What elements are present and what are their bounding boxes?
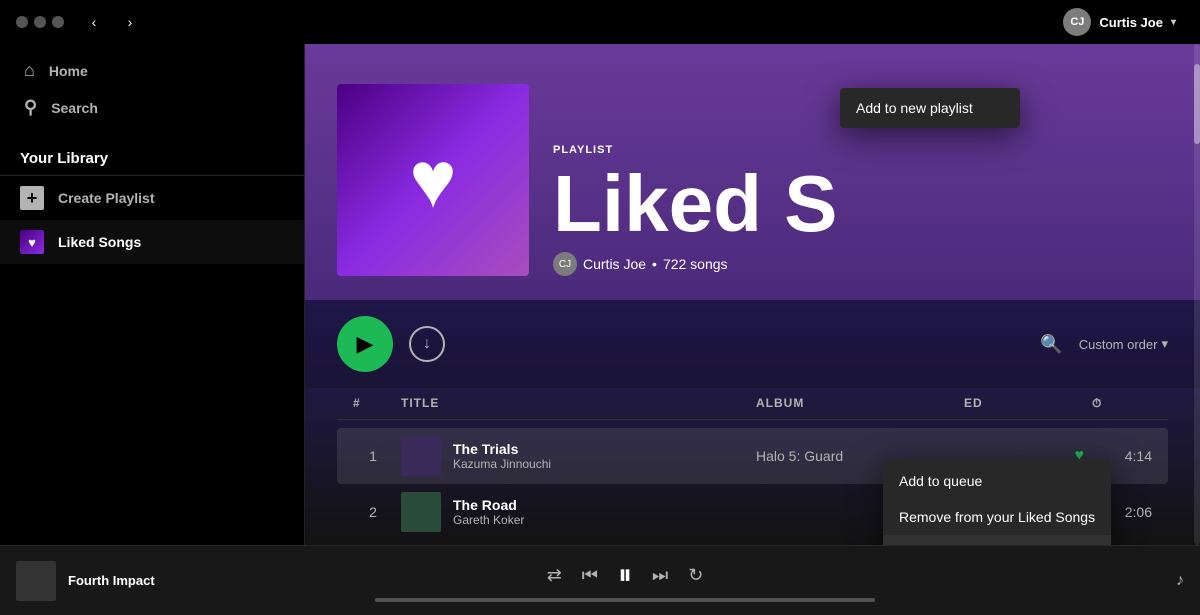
track-artist: Kazuma Jinnouchi — [453, 457, 551, 471]
sort-button[interactable]: Custom order ▾ — [1079, 336, 1168, 352]
play-button[interactable]: ▶ — [337, 316, 393, 372]
context-menu-add-to-playlist[interactable]: Add to playlist ▶ — [883, 535, 1111, 545]
playlist-cover-heart-icon: ♥ — [409, 134, 457, 226]
create-playlist-label: Create Playlist — [58, 190, 155, 206]
sidebar: ⌂ Home ⚲ Search Your Library + Create Pl… — [0, 44, 305, 545]
download-button[interactable]: ↓ — [409, 326, 445, 362]
player-btn-row: ⇄ ⏮ ⏸ ⏭ ↻ — [547, 559, 704, 592]
track-text: The Road Gareth Koker — [453, 497, 524, 527]
user-menu-button[interactable]: CJ Curtis Joe ▾ — [1059, 4, 1184, 40]
playlist-title: Liked S — [553, 164, 1168, 244]
track-list-header: # TITLE ALBUM ED ⏱ — [337, 388, 1168, 420]
sort-arrow-icon: ▾ — [1161, 336, 1168, 352]
col-duration: ⏱ — [1092, 396, 1152, 411]
track-number: 1 — [353, 448, 393, 464]
shuffle-button[interactable]: ⇄ — [547, 565, 562, 586]
track-info: The Trials Kazuma Jinnouchi — [401, 436, 748, 476]
prev-button[interactable]: ⏮ — [582, 565, 598, 586]
window-controls — [16, 16, 64, 28]
create-playlist-item[interactable]: + Create Playlist — [0, 176, 304, 220]
col-num: # — [353, 396, 393, 411]
playlist-cover: ♥ — [337, 84, 529, 276]
progress-bar[interactable] — [375, 598, 875, 602]
volume-icon-button[interactable]: ♪ — [1176, 572, 1184, 590]
meta-avatar: CJ — [553, 252, 577, 276]
playlist-type-label: PLAYLIST — [553, 144, 1168, 156]
context-menu-add-to-queue[interactable]: Add to queue — [883, 463, 1111, 499]
top-bar-left: ‹ › — [16, 8, 144, 36]
window-dot-3 — [52, 16, 64, 28]
add-to-queue-label: Add to queue — [899, 473, 982, 489]
main-content: ♥ PLAYLIST Liked S CJ Curtis Joe • 722 s… — [305, 44, 1200, 545]
playlist-meta: CJ Curtis Joe • 722 songs — [553, 252, 1168, 276]
controls-right: 🔍 Custom order ▾ — [1040, 334, 1168, 355]
liked-songs-item[interactable]: ♥ Liked Songs — [0, 220, 304, 264]
chevron-down-icon: ▾ — [1171, 17, 1176, 28]
track-search-icon[interactable]: 🔍 — [1040, 334, 1062, 355]
sort-label: Custom order — [1079, 337, 1158, 352]
playlist-header: ♥ PLAYLIST Liked S CJ Curtis Joe • 722 s… — [305, 44, 1200, 300]
home-icon: ⌂ — [24, 60, 35, 81]
search-icon: ⚲ — [24, 97, 37, 118]
liked-songs-icon: ♥ — [20, 230, 44, 254]
sidebar-item-label-search: Search — [51, 100, 98, 116]
add-to-new-playlist-label: Add to new playlist — [856, 100, 973, 116]
player-controls: ⇄ ⏮ ⏸ ⏭ ↻ — [282, 559, 968, 602]
add-to-new-playlist-item[interactable]: Add to new playlist — [840, 88, 1020, 128]
player-play-pause-button[interactable]: ⏸ — [618, 559, 632, 592]
add-to-playlist-panel: Add to new playlist — [840, 88, 1020, 128]
track-thumbnail — [401, 436, 441, 476]
track-thumbnail — [401, 492, 441, 532]
bottom-bar: Fourth Impact ⇄ ⏮ ⏸ ⏭ ↻ ♪ — [0, 545, 1200, 615]
nav-back-button[interactable]: ‹ — [80, 8, 108, 36]
playlist-info: PLAYLIST Liked S CJ Curtis Joe • 722 son… — [553, 144, 1168, 276]
main-layout: ⌂ Home ⚲ Search Your Library + Create Pl… — [0, 44, 1200, 545]
now-playing-thumbnail — [16, 561, 56, 601]
user-name-label: Curtis Joe — [1099, 15, 1163, 30]
now-playing-info: Fourth Impact — [68, 573, 155, 588]
avatar: CJ — [1063, 8, 1091, 36]
controls-bar: ▶ ↓ 🔍 Custom order ▾ — [305, 300, 1200, 388]
playlist-song-count: 722 songs — [663, 256, 728, 272]
context-menu-remove-from-liked[interactable]: Remove from your Liked Songs — [883, 499, 1111, 535]
sidebar-item-search[interactable]: ⚲ Search — [12, 89, 292, 126]
track-title: The Road — [453, 497, 524, 513]
playlist-owner: Curtis Joe — [583, 256, 646, 272]
sidebar-item-home[interactable]: ⌂ Home — [12, 52, 292, 89]
track-title: The Trials — [453, 441, 551, 457]
liked-songs-label: Liked Songs — [58, 234, 141, 250]
now-playing: Fourth Impact — [16, 561, 266, 601]
context-menu: Add to queue Remove from your Liked Song… — [883, 459, 1111, 545]
repeat-button[interactable]: ↻ — [688, 565, 703, 586]
track-info: The Road Gareth Koker — [401, 492, 748, 532]
volume-controls: ♪ — [984, 572, 1184, 590]
col-album: ALBUM — [756, 396, 956, 411]
sidebar-item-label-home: Home — [49, 63, 88, 79]
track-artist: Gareth Koker — [453, 513, 524, 527]
track-number: 2 — [353, 504, 393, 520]
scrollbar[interactable] — [1194, 44, 1200, 545]
top-bar: ‹ › CJ Curtis Joe ▾ — [0, 0, 1200, 44]
playlist-separator: • — [652, 256, 657, 272]
controls-left: ▶ ↓ — [337, 316, 445, 372]
scrollbar-thumb[interactable] — [1194, 64, 1200, 144]
next-button[interactable]: ⏭ — [652, 565, 668, 586]
col-title: TITLE — [401, 396, 748, 411]
your-library-label: Your Library — [20, 150, 108, 167]
col-added: ED — [964, 396, 1084, 411]
track-text: The Trials Kazuma Jinnouchi — [453, 441, 551, 471]
now-playing-title: Fourth Impact — [68, 573, 155, 588]
nav-forward-button[interactable]: › — [116, 8, 144, 36]
remove-from-liked-label: Remove from your Liked Songs — [899, 509, 1095, 525]
window-dot-2 — [34, 16, 46, 28]
window-dot-1 — [16, 16, 28, 28]
your-library-header: Your Library — [0, 134, 304, 176]
plus-icon: + — [20, 186, 44, 210]
sidebar-nav: ⌂ Home ⚲ Search — [0, 44, 304, 134]
